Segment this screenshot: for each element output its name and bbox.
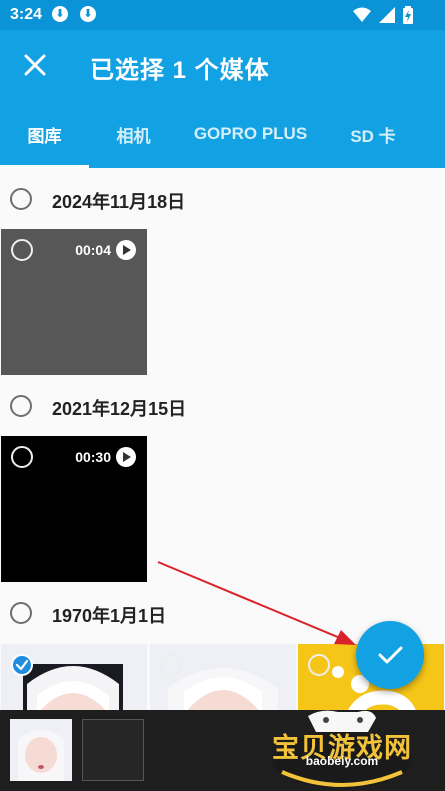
battery-charging-icon	[403, 6, 413, 24]
selection-title: 已选择 1 个媒体	[90, 57, 270, 84]
tab-sd-card[interactable]: SD 卡	[323, 100, 423, 168]
status-bar: 3:24 ⬇ ⬇	[0, 0, 445, 30]
confirm-fab[interactable]	[356, 621, 424, 689]
close-icon[interactable]	[22, 52, 48, 78]
app-bar: 已选择 1 个媒体	[0, 30, 445, 100]
check-icon	[378, 646, 403, 664]
wifi-icon	[353, 7, 371, 22]
status-time: 3:24	[10, 6, 43, 23]
selected-thumbnail[interactable]	[10, 719, 72, 781]
empty-slot[interactable]	[82, 719, 144, 781]
selection-strip: 宝贝游戏网 baobeiy.com	[0, 710, 445, 791]
download-icon: ⬇	[80, 6, 96, 22]
source-tabs: 图库 相机 GOPRO PLUS SD 卡	[0, 100, 445, 168]
signal-icon	[379, 7, 395, 23]
tab-gallery[interactable]: 图库	[0, 100, 89, 168]
tab-camera[interactable]: 相机	[89, 100, 178, 168]
tab-gopro-plus[interactable]: GOPRO PLUS	[178, 100, 323, 168]
download-icon: ⬇	[52, 6, 68, 22]
watermark-url: baobeiy.com	[305, 754, 379, 768]
portrait-photo	[10, 719, 72, 781]
